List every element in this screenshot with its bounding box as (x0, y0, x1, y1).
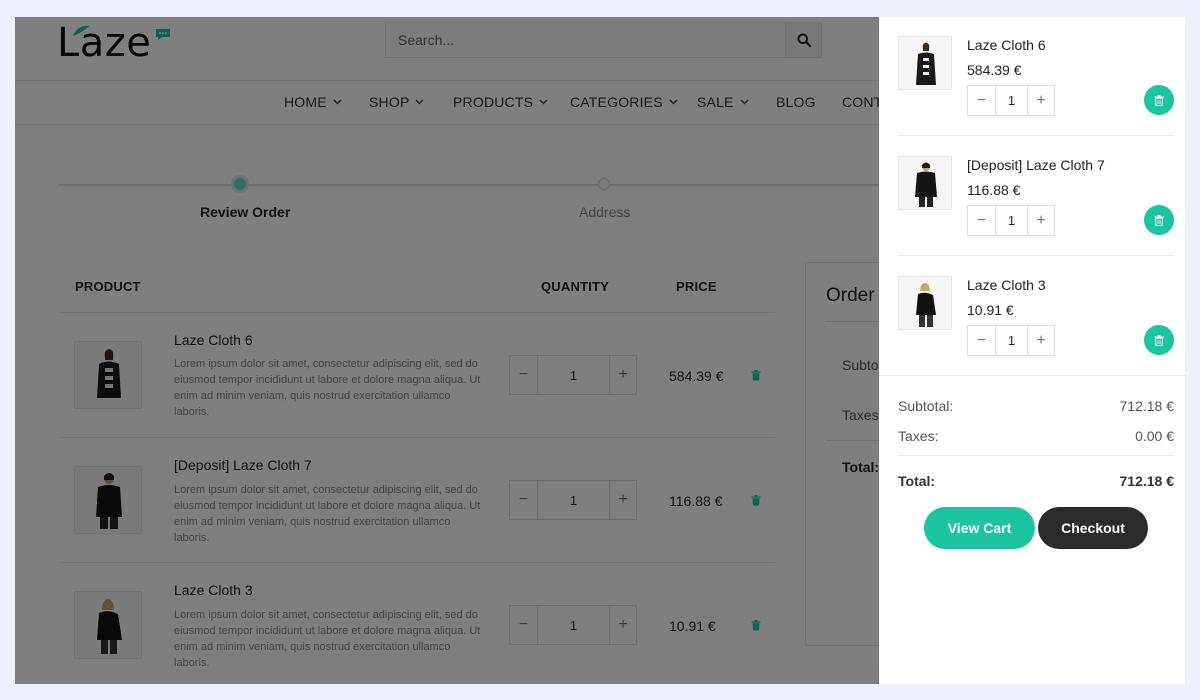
product-thumbnail[interactable] (898, 36, 952, 90)
product-thumbnail[interactable] (898, 276, 952, 330)
subtotal-value: 712.18 € (1119, 398, 1175, 414)
taxes-label: Taxes: (898, 428, 939, 444)
side-cart-item-price: 116.88 € (967, 182, 1021, 198)
side-cart-panel: Laze Cloth 6 584.39 € − 1 + [Deposit] La… (879, 17, 1185, 684)
side-cart-item: [Deposit] Laze Cloth 7 116.88 € − 1 + (898, 156, 1174, 276)
decrease-quantity-button[interactable]: − (968, 206, 995, 235)
product-thumbnail[interactable] (898, 156, 952, 210)
total-value: 712.18 € (1119, 473, 1175, 489)
divider (879, 375, 1185, 376)
quantity-stepper: − 1 + (967, 205, 1055, 236)
quantity-value[interactable]: 1 (995, 206, 1028, 235)
total-label: Total: (898, 473, 936, 489)
side-cart-total-row: Total: 712.18 € (898, 473, 1174, 489)
remove-item-button[interactable] (1144, 325, 1174, 355)
quantity-value[interactable]: 1 (995, 86, 1028, 115)
product-image (916, 283, 936, 327)
side-cart-item-name[interactable]: [Deposit] Laze Cloth 7 (967, 157, 1105, 173)
decrease-quantity-button[interactable]: − (968, 326, 995, 355)
side-cart-item-price: 10.91 € (967, 302, 1014, 318)
increase-quantity-button[interactable]: + (1028, 326, 1054, 355)
side-cart-subtotal-row: Subtotal: 712.18 € (898, 398, 1174, 414)
page-frame: Laze HOME SHOP (15, 17, 1185, 684)
increase-quantity-button[interactable]: + (1028, 86, 1054, 115)
quantity-stepper: − 1 + (967, 325, 1055, 356)
quantity-value[interactable]: 1 (995, 326, 1028, 355)
divider (898, 455, 1174, 456)
product-image (916, 42, 936, 85)
view-cart-button[interactable]: View Cart (924, 507, 1035, 549)
product-image (915, 162, 937, 207)
side-cart-item-price: 584.39 € (967, 62, 1022, 78)
remove-item-button[interactable] (1144, 85, 1174, 115)
taxes-value: 0.00 € (1135, 428, 1174, 444)
remove-item-button[interactable] (1144, 205, 1174, 235)
side-cart-item: Laze Cloth 6 584.39 € − 1 + (898, 36, 1174, 156)
trash-icon (1154, 94, 1164, 106)
side-cart-item-name[interactable]: Laze Cloth 3 (967, 277, 1046, 293)
increase-quantity-button[interactable]: + (1028, 206, 1054, 235)
trash-icon (1154, 334, 1164, 346)
checkout-button[interactable]: Checkout (1038, 507, 1148, 549)
modal-backdrop[interactable] (15, 17, 879, 684)
divider (898, 255, 1174, 256)
decrease-quantity-button[interactable]: − (968, 86, 995, 115)
subtotal-label: Subtotal: (898, 398, 954, 414)
divider (898, 135, 1174, 136)
side-cart-item-name[interactable]: Laze Cloth 6 (967, 37, 1046, 53)
side-cart-item: Laze Cloth 3 10.91 € − 1 + (898, 276, 1174, 396)
quantity-stepper: − 1 + (967, 85, 1055, 116)
side-cart-taxes-row: Taxes: 0.00 € (898, 428, 1174, 444)
trash-icon (1154, 214, 1164, 226)
